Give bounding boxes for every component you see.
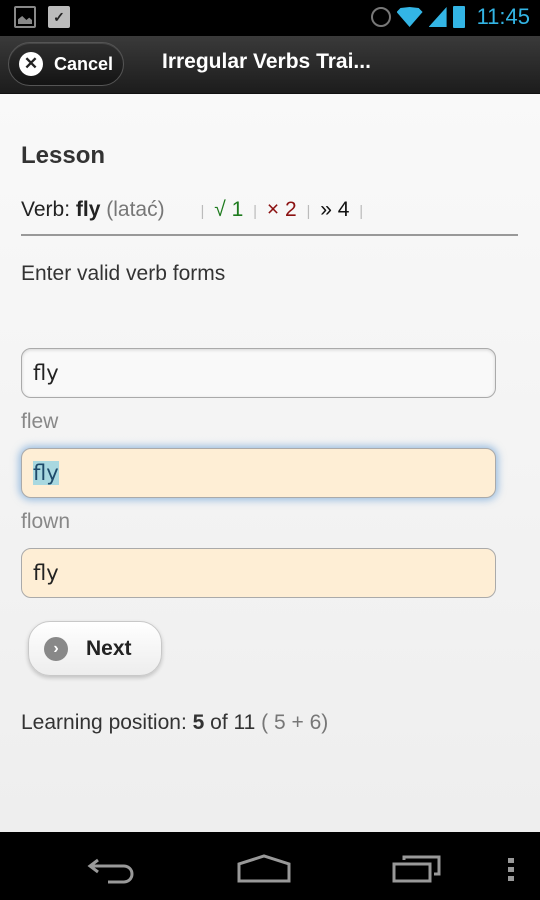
cancel-button[interactable]: ✕ Cancel xyxy=(8,42,124,86)
learning-position: Learning position: 5 of 11 ( 5 + 6) xyxy=(21,711,328,735)
battery-icon xyxy=(452,6,465,28)
cancel-label: Cancel xyxy=(54,53,114,74)
verb-translation: (latać) xyxy=(106,198,165,221)
navigation-bar xyxy=(0,832,540,900)
position-current: 5 xyxy=(192,711,205,734)
divider xyxy=(21,234,518,236)
lesson-content: Lesson Verb: fly (latać) | √ 1 | × 2 | »… xyxy=(0,94,540,832)
past-participle-input[interactable]: fly xyxy=(21,548,496,598)
close-icon: ✕ xyxy=(19,52,43,76)
recent-apps-icon[interactable] xyxy=(392,854,442,884)
wrong-icon: × xyxy=(266,198,280,221)
verb-word: fly xyxy=(75,198,101,221)
correct-count: 1 xyxy=(231,198,244,221)
past-simple-hint: flew xyxy=(21,410,59,433)
base-form-value: fly xyxy=(33,361,59,385)
skip-count: 4 xyxy=(337,198,350,221)
lesson-heading: Lesson xyxy=(21,142,106,169)
lesson-stats: | √ 1 | × 2 | » 4 | xyxy=(196,198,367,221)
verb-line: Verb: fly (latać) | √ 1 | × 2 | » 4 | xyxy=(21,198,367,222)
shopping-bag-icon: ✓ xyxy=(48,6,70,28)
past-participle-value: fly xyxy=(33,561,59,585)
status-bar: ✓ 11:45 xyxy=(0,0,540,36)
past-participle-hint: flown xyxy=(21,510,71,533)
past-simple-input[interactable]: fly xyxy=(21,448,496,498)
stats-separator: | xyxy=(253,203,257,220)
instruction-text: Enter valid verb forms xyxy=(21,262,226,285)
correct-icon: √ xyxy=(214,198,226,221)
skip-icon: » xyxy=(320,198,332,221)
app-title: Irregular Verbs Trai... xyxy=(162,50,371,73)
wifi-icon xyxy=(396,7,423,27)
next-label: Next xyxy=(86,636,132,660)
stats-separator: | xyxy=(200,203,205,220)
back-icon[interactable] xyxy=(86,854,136,886)
overflow-menu-icon[interactable] xyxy=(508,858,514,885)
image-icon xyxy=(14,6,36,28)
action-bar: ✕ Cancel Irregular Verbs Trai... xyxy=(0,36,540,94)
status-time: 11:45 xyxy=(476,4,530,29)
verb-prefix: Verb: xyxy=(21,198,76,221)
stats-separator: | xyxy=(306,203,311,220)
alarm-icon xyxy=(370,7,391,27)
base-form-input[interactable]: fly xyxy=(21,348,496,398)
signal-icon xyxy=(428,7,447,27)
position-label: Learning position: xyxy=(21,711,193,734)
home-icon[interactable] xyxy=(236,854,292,884)
past-simple-value: fly xyxy=(33,461,59,485)
position-breakdown: ( 5 + 6) xyxy=(255,711,329,734)
next-button[interactable]: › Next xyxy=(28,621,162,676)
wrong-count: 2 xyxy=(284,198,297,221)
chevron-right-icon: › xyxy=(44,636,68,661)
stats-separator: | xyxy=(359,203,364,220)
position-total: of 11 xyxy=(204,711,256,734)
